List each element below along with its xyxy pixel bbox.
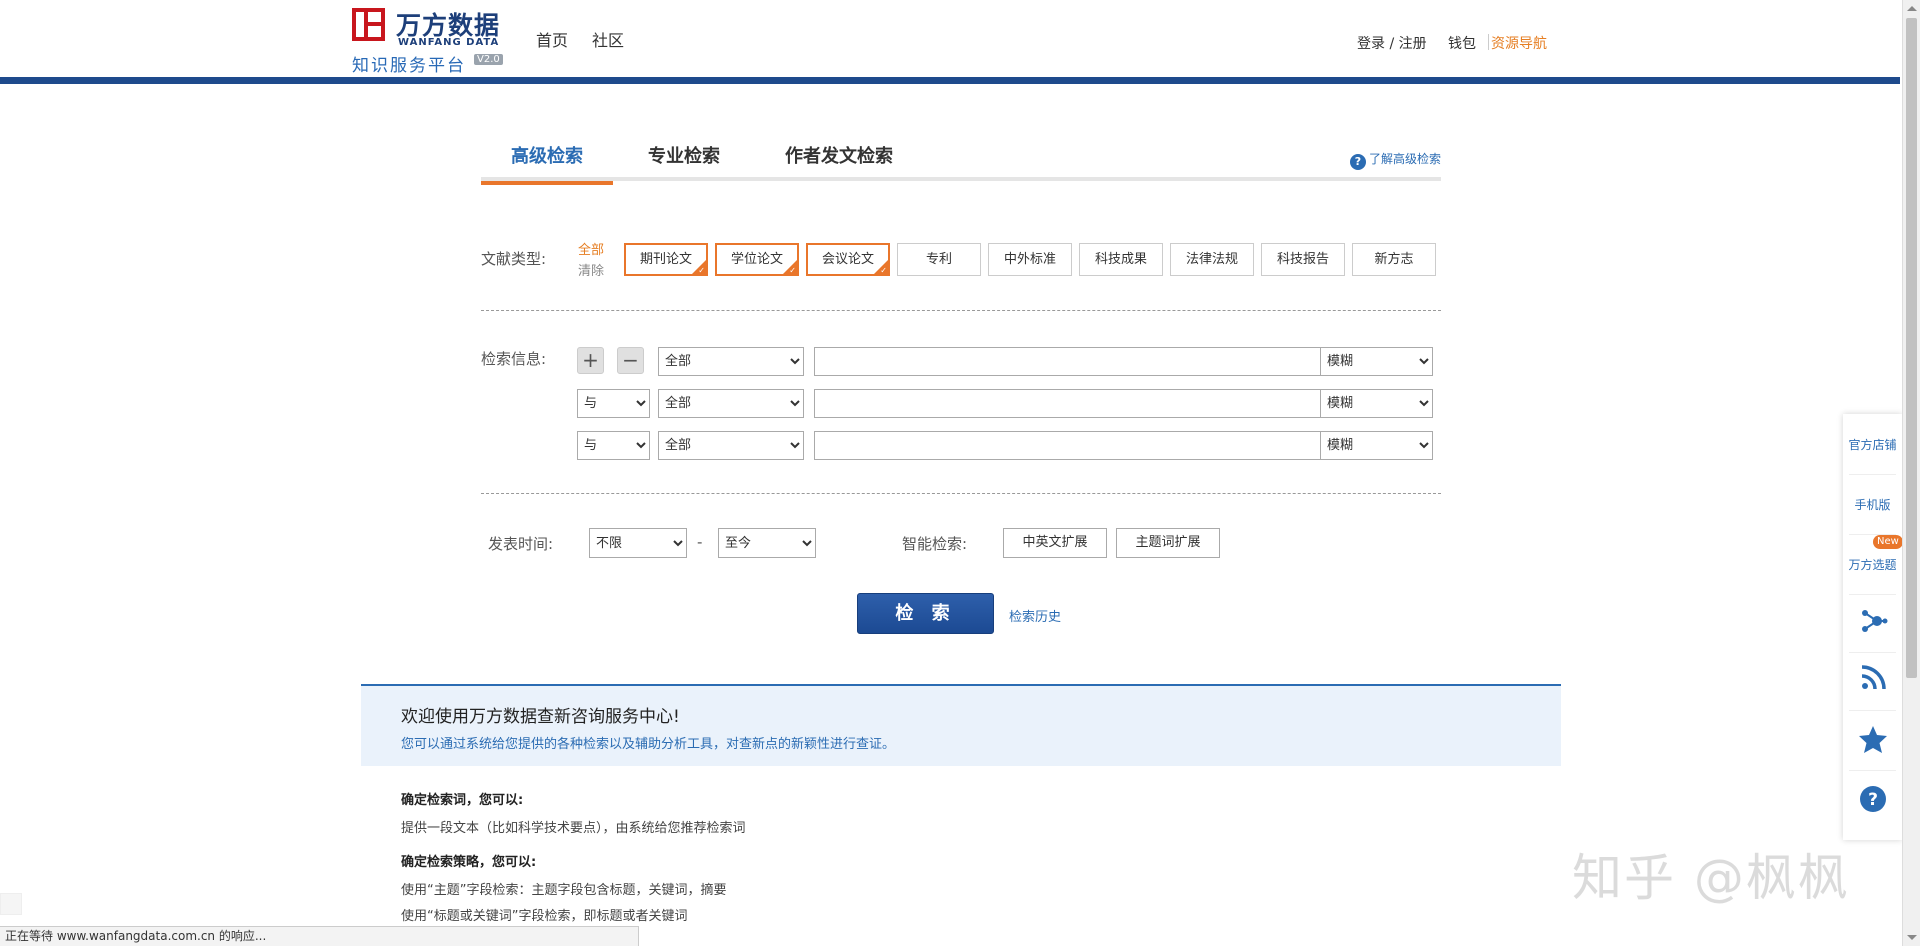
field-select-2[interactable]: 全部 [658,389,804,418]
floating-sidebar: 官方店铺 手机版 New 万方选题 ? [1843,414,1903,840]
info-description: 您可以通过系统给您提供的各种检索以及辅助分析工具，对查新点的新颖性进行查证。 [401,737,896,752]
search-input-2[interactable] [814,389,1321,418]
doc-type-report[interactable]: 科技报告 [1261,243,1345,276]
field-select-3[interactable]: 全部 [658,431,804,460]
doc-type-thesis[interactable]: 学位论文 ✓ [715,243,799,276]
publish-dash: - [697,533,703,551]
logo-subtitle: 知识服务平台 [352,56,466,76]
section-line: 使用“主题”字段检索：主题字段包含标题，关键词，摘要 [401,883,727,898]
doc-type-journal[interactable]: 期刊论文 ✓ [624,243,708,276]
divider [1849,652,1896,653]
divider [1849,594,1896,595]
doc-type-local-chronicle[interactable]: 新方志 [1352,243,1436,276]
doc-type-achievement[interactable]: 科技成果 [1079,243,1163,276]
scroll-thumb[interactable] [1906,18,1917,678]
zhihu-watermark: 知乎 @枫枫 [1572,849,1850,907]
logo-en-text: WANFANG DATA [398,37,500,48]
divider [481,493,1441,494]
help-icon: ? [1349,154,1366,170]
svg-text:?: ? [1868,790,1878,810]
logic-select-3[interactable]: 与 [577,431,650,460]
top-header: 万方数据 WANFANG DATA 知识服务平台 V2.0 首页 社区 登录 /… [0,0,1900,84]
doc-type-label-journal: 期刊论文 [639,252,692,267]
rss-icon [1861,665,1886,690]
publish-time-label: 发表时间: [488,535,554,553]
page-scrollbar[interactable] [1902,0,1920,946]
official-store-link[interactable]: 官方店铺 [1843,436,1902,453]
doc-type-clear[interactable]: 清除 [578,260,604,279]
scroll-up-arrow-icon[interactable] [1907,6,1917,11]
help-button[interactable]: ? [1843,784,1902,824]
check-icon: ✓ [789,266,796,275]
topic-select-link[interactable]: 万方选题 [1843,556,1902,573]
section-heading: 确定检索策略，您可以: [401,855,537,870]
mobile-version-link[interactable]: 手机版 [1843,496,1902,513]
tab-professional-search[interactable]: 专业检索 [618,142,750,181]
logo-version-badge: V2.0 [474,54,503,65]
search-input-3[interactable] [814,431,1321,460]
new-badge: New [1873,535,1903,549]
login-register-link[interactable]: 登录 / 注册 [1357,33,1427,53]
star-icon [1858,726,1887,753]
publish-to-select[interactable]: 至今 [718,528,816,558]
section-heading: 确定检索词，您可以: [401,793,524,808]
scroll-down-arrow-icon[interactable] [1907,935,1917,940]
match-select-1[interactable]: 模糊 [1320,347,1433,376]
tab-author-search[interactable]: 作者发文检索 [755,142,923,181]
help-link-label: 了解高级检索 [1368,152,1441,166]
wanfang-logo-icon [352,8,385,41]
divider [1849,770,1896,771]
check-icon: ✓ [880,266,887,275]
topic-expand-button[interactable]: 主题词扩展 [1116,528,1220,558]
section-line: 使用“标题或关键词”字段检索，即标题或者关键词 [401,909,688,924]
doc-type-all[interactable]: 全部 [578,239,604,258]
cn-en-expand-button[interactable]: 中英文扩展 [1003,528,1107,558]
section-line: 提供一段文本（比如科学技术要点），由系统给您推荐检索词 [401,821,746,836]
match-select-2[interactable]: 模糊 [1320,389,1433,418]
doc-type-standard[interactable]: 中外标准 [988,243,1072,276]
info-title: 欢迎使用万方数据查新咨询服务中心! [401,707,680,727]
info-panel: 欢迎使用万方数据查新咨询服务中心! 您可以通过系统给您提供的各种检索以及辅助分析… [361,684,1561,766]
tab-advanced-search[interactable]: 高级检索 [481,142,613,185]
help-advanced-search-link[interactable]: ? 了解高级检索 [1349,150,1441,170]
check-icon: ✓ [698,266,705,275]
doc-type-label-thesis: 学位论文 [730,252,783,267]
field-select-1[interactable]: 全部 [658,347,804,376]
browser-status-bar: 正在等待 www.wanfangdata.com.cn 的响应... [0,926,639,946]
question-icon: ? [1859,786,1886,812]
rss-button[interactable] [1843,664,1902,704]
divider [1849,710,1896,711]
match-select-3[interactable]: 模糊 [1320,431,1433,460]
search-input-1[interactable] [814,347,1321,376]
feedback-box[interactable] [0,893,22,915]
doc-type-patent[interactable]: 专利 [897,243,981,276]
smart-search-label: 智能检索: [902,535,968,553]
doc-type-law[interactable]: 法律法规 [1170,243,1254,276]
search-info-label: 检索信息: [481,350,547,368]
header-divider [1488,34,1489,50]
resource-nav-link[interactable]: 资源导航 [1491,33,1547,53]
divider [481,310,1441,311]
doc-type-label: 文献类型: [481,250,547,268]
add-row-button[interactable]: + [577,347,604,374]
search-tabs: 高级检索 专业检索 作者发文检索 ? 了解高级检索 [481,136,1441,185]
favorite-button[interactable] [1843,724,1902,764]
nav-community[interactable]: 社区 [592,27,624,51]
search-history-link[interactable]: 检索历史 [1009,606,1061,625]
wanfang-logo[interactable]: 万方数据 WANFANG DATA 知识服务平台 V2.0 [352,6,503,76]
doc-type-label-conference: 会议论文 [821,252,874,267]
remove-row-button[interactable]: − [617,347,644,374]
logic-select-2[interactable]: 与 [577,389,650,418]
nav-home[interactable]: 首页 [536,27,568,51]
doc-type-conference[interactable]: 会议论文 ✓ [806,243,890,276]
divider [1849,474,1896,475]
search-button[interactable]: 检 索 [857,593,994,634]
share-icon [1861,610,1887,632]
share-button[interactable] [1843,606,1902,646]
wallet-link[interactable]: 钱包 [1448,33,1476,53]
publish-from-select[interactable]: 不限 [589,528,687,558]
